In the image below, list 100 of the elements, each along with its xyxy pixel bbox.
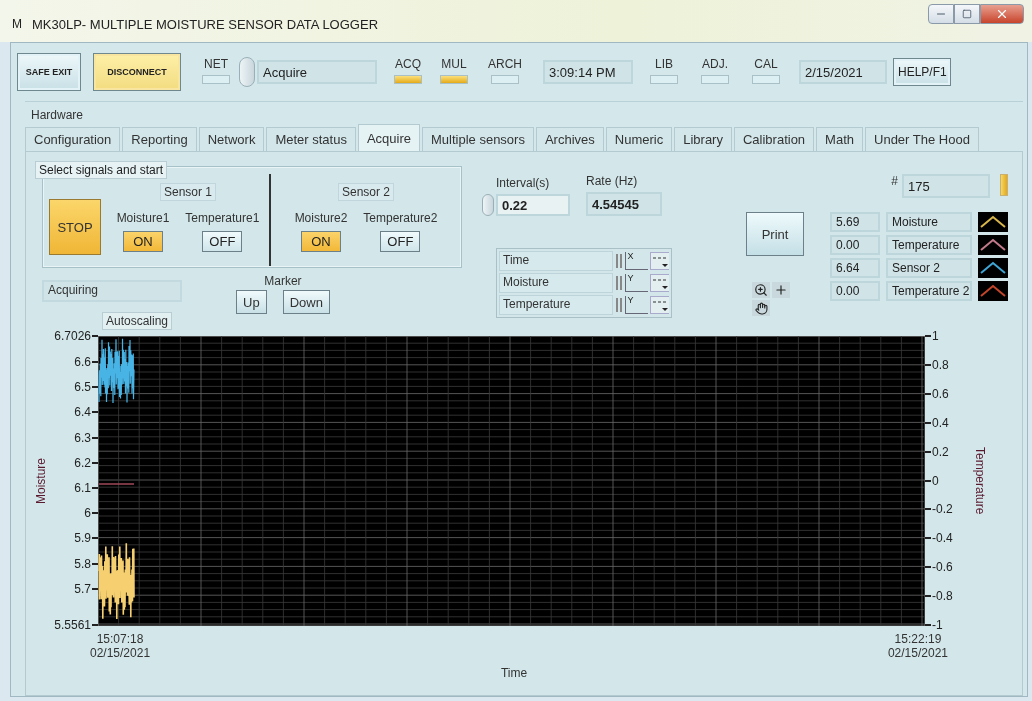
y-tick-label: 5.9 bbox=[74, 531, 91, 546]
format-dropdown-icon[interactable] bbox=[649, 252, 669, 270]
plot-name-field: Temperature bbox=[886, 235, 972, 255]
plot-name-field: Sensor 2 bbox=[886, 258, 972, 278]
spinner-control[interactable] bbox=[239, 57, 255, 87]
tab[interactable]: Multiple sensors bbox=[422, 127, 534, 151]
indicator-label: CAL bbox=[754, 56, 778, 71]
mode-field[interactable]: Acquire bbox=[257, 60, 377, 84]
channel-toggle[interactable]: ON bbox=[122, 230, 163, 252]
close-icon bbox=[995, 7, 1009, 21]
y-tick-label: 6.3 bbox=[74, 430, 91, 445]
sensor-label: Sensor 2 bbox=[338, 182, 394, 201]
maximize-button[interactable] bbox=[954, 4, 980, 24]
y2-tick-label: 0.2 bbox=[932, 444, 949, 459]
marker-label: Marker bbox=[264, 274, 302, 288]
y2-tick-label: -0.8 bbox=[932, 589, 953, 604]
rate-field: 4.54545 bbox=[586, 192, 662, 216]
tab[interactable]: Under The Hood bbox=[865, 127, 979, 151]
help-button[interactable]: HELP/F1 bbox=[893, 58, 951, 86]
toolbar-button[interactable]: DISCONNECT bbox=[93, 53, 181, 91]
y2-tick-label: 0.6 bbox=[932, 386, 949, 401]
tab[interactable]: Reporting bbox=[122, 127, 197, 151]
display-field: 3:09:14 PM bbox=[543, 60, 633, 84]
channel-toggle[interactable]: OFF bbox=[380, 230, 421, 252]
y-tick-label: 6.5 bbox=[74, 380, 91, 395]
channel-label: Temperature2 bbox=[363, 210, 438, 225]
channel-toggle[interactable]: OFF bbox=[202, 230, 243, 252]
tab[interactable]: Network bbox=[198, 127, 265, 151]
maximize-icon bbox=[962, 9, 972, 19]
y2-tick-label: -0.2 bbox=[932, 502, 953, 517]
plot-name-field: Temperature 2 bbox=[886, 281, 972, 301]
crosshair-icon[interactable] bbox=[772, 282, 790, 298]
rate-label: Rate (Hz) bbox=[586, 174, 639, 188]
count-field: 175 bbox=[902, 174, 990, 198]
status-field: Acquiring bbox=[42, 280, 182, 302]
sensor-2-trace bbox=[98, 338, 135, 404]
y-tick-label: 6 bbox=[84, 506, 91, 521]
tab-group-label: Hardware bbox=[30, 107, 85, 124]
spinner-control[interactable] bbox=[482, 194, 494, 216]
autoscaling-label: Autoscaling bbox=[102, 312, 173, 330]
stop-button[interactable]: STOP bbox=[49, 199, 101, 255]
x-end-label: 15:22:19 02/15/2021 bbox=[887, 632, 948, 660]
tab[interactable]: Library bbox=[674, 127, 732, 151]
count-label: # bbox=[891, 174, 898, 188]
indicator-label: NET bbox=[204, 56, 228, 71]
format-dropdown-icon[interactable] bbox=[649, 274, 669, 292]
tab[interactable]: Numeric bbox=[605, 127, 673, 151]
indicator-label: ACQ bbox=[395, 56, 421, 71]
tab[interactable]: Math bbox=[816, 127, 863, 151]
y2-axis-title: Temperature bbox=[973, 447, 987, 515]
marker-button[interactable]: Down bbox=[282, 290, 330, 314]
y2-tick-label: 0.4 bbox=[932, 415, 949, 430]
toolbar-button[interactable]: SAFE EXIT bbox=[17, 53, 81, 91]
value-field: 6.64 bbox=[830, 258, 880, 278]
interval-field[interactable]: 0.22 bbox=[496, 194, 570, 216]
slider-thumb[interactable] bbox=[1000, 174, 1008, 196]
sensor-label: Sensor 1 bbox=[160, 182, 216, 201]
group-title: Select signals and start bbox=[35, 161, 168, 179]
value-field: 0.00 bbox=[830, 281, 880, 301]
zoom-icon[interactable] bbox=[752, 282, 770, 298]
y-tick-label: 5.5561 bbox=[54, 618, 91, 632]
axis-name-field: Temperature bbox=[499, 295, 613, 315]
marker-button[interactable]: Up bbox=[236, 290, 267, 314]
window-title: MK30LP- MULTIPLE MOISTURE SENSOR DATA LOGGER bbox=[32, 16, 379, 32]
y-tick-label: 6.1 bbox=[74, 481, 91, 495]
indicator-label: MUL bbox=[441, 56, 467, 71]
indicator-label: ARCH bbox=[488, 56, 522, 71]
y2-tick-label: 1 bbox=[932, 329, 939, 343]
plot-name-field: Moisture bbox=[886, 212, 972, 232]
minimize-button[interactable] bbox=[928, 4, 954, 24]
tab[interactable]: Meter status bbox=[266, 127, 356, 151]
tab[interactable]: Calibration bbox=[733, 127, 815, 151]
y2-tick-label: 0.8 bbox=[932, 357, 949, 372]
x-start-label: 15:07:18 02/15/2021 bbox=[90, 632, 151, 660]
y2-tick-label: 0 bbox=[932, 473, 939, 488]
x-axis-title: Time bbox=[500, 666, 528, 680]
y2-tick-label: -0.4 bbox=[932, 531, 953, 546]
tab[interactable]: Archives bbox=[535, 127, 604, 151]
channel-toggle[interactable]: ON bbox=[300, 230, 341, 252]
value-field: 0.00 bbox=[830, 235, 880, 255]
format-dropdown-icon[interactable] bbox=[649, 296, 669, 314]
y-tick-label: 6.6 bbox=[74, 355, 91, 369]
indicator-label: ADJ. bbox=[702, 56, 728, 71]
value-field: 5.69 bbox=[830, 212, 880, 232]
channel-label: Moisture2 bbox=[294, 210, 348, 225]
close-button[interactable] bbox=[980, 4, 1024, 24]
axis-name-field: Time bbox=[499, 251, 613, 271]
y-axis-title: Moisture bbox=[34, 458, 48, 504]
y2-tick-label: -0.6 bbox=[932, 560, 953, 575]
display-field: 2/15/2021 bbox=[799, 60, 887, 84]
hand-icon[interactable] bbox=[752, 300, 770, 316]
tab[interactable]: Acquire bbox=[357, 124, 420, 151]
indicator-label: LIB bbox=[655, 56, 673, 71]
app-icon: M bbox=[12, 17, 22, 31]
y2-tick-label: -1 bbox=[932, 618, 943, 632]
tab[interactable]: Configuration bbox=[25, 127, 121, 151]
y-tick-label: 6.4 bbox=[74, 405, 91, 420]
print-button[interactable]: Print bbox=[746, 212, 804, 256]
interval-label: Interval(s) bbox=[496, 176, 551, 190]
y-tick-label: 5.7 bbox=[74, 581, 91, 596]
